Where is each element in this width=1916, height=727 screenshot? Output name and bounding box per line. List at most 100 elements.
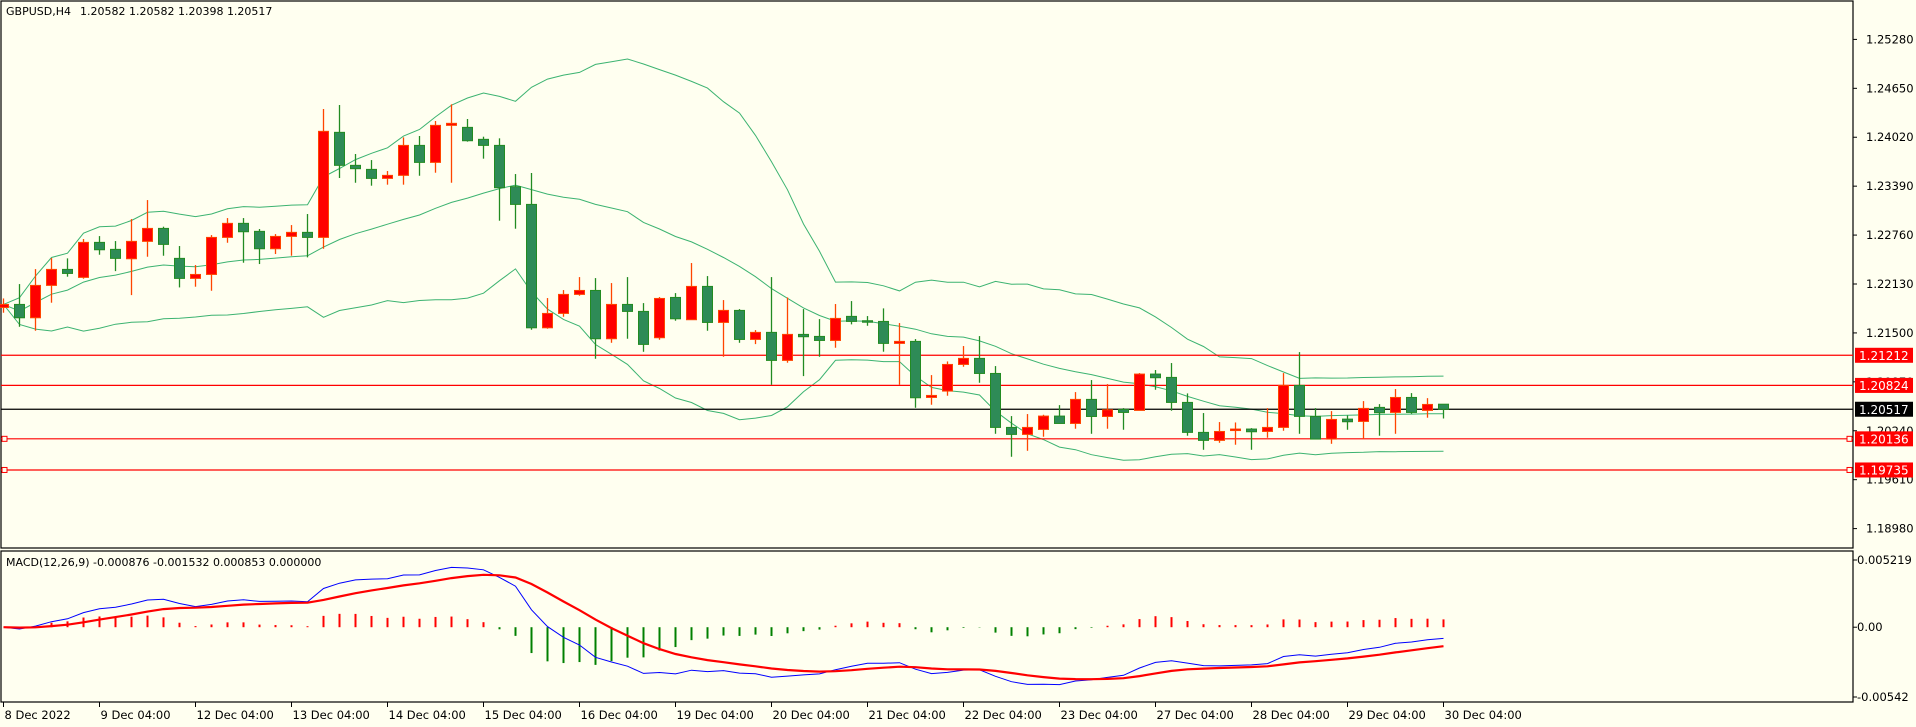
candle-body xyxy=(46,268,57,286)
candle xyxy=(734,309,745,343)
candle-body xyxy=(1230,428,1241,432)
chart-window[interactable]: 1.25280 1.24650 1.24020 1.23390 1.22760 1.221… xyxy=(0,0,1916,727)
candle-body xyxy=(350,164,361,170)
candle xyxy=(1134,373,1145,411)
candle-body xyxy=(686,285,697,321)
line-handle-left[interactable] xyxy=(1,466,8,473)
candle-body xyxy=(638,310,649,345)
time-tick-label: 29 Dec 04:00 xyxy=(1349,708,1426,722)
candle-body xyxy=(958,357,969,365)
candle-body xyxy=(462,126,473,142)
candle-body xyxy=(894,340,905,344)
candle-body xyxy=(14,303,25,319)
candle-body xyxy=(1022,426,1033,435)
candle-body xyxy=(302,231,313,238)
candle-body xyxy=(254,230,265,250)
candle-body xyxy=(1198,431,1209,441)
candle xyxy=(990,366,1001,434)
candle-body xyxy=(158,227,169,245)
price-tag-label: 1.20824 xyxy=(1859,379,1909,393)
candle-body xyxy=(798,333,809,338)
candle-body xyxy=(1150,373,1161,379)
candle-body xyxy=(862,320,873,323)
candle-body xyxy=(622,303,633,312)
candle-body xyxy=(1374,406,1385,414)
time-tick-label: 21 Dec 04:00 xyxy=(869,708,946,722)
line-handle-right[interactable] xyxy=(1846,435,1853,442)
candle-body xyxy=(830,317,841,341)
candle-body xyxy=(222,222,233,238)
candle-body xyxy=(1054,415,1065,424)
time-tick-label: 8 Dec 2022 xyxy=(5,708,71,722)
macd-label: MACD(12,26,9) -0.000876 -0.001532 0.0008… xyxy=(6,556,321,569)
candle-body xyxy=(190,273,201,279)
candle-body xyxy=(1262,426,1273,432)
candle-body xyxy=(318,130,329,238)
line-handle-left[interactable] xyxy=(1,435,8,442)
candle-body xyxy=(1326,418,1337,440)
candle-body xyxy=(974,357,985,374)
candle-body xyxy=(1086,398,1097,417)
candle-body xyxy=(526,203,537,329)
candle-body xyxy=(1310,415,1321,440)
candle-body xyxy=(1422,403,1433,411)
candle-body xyxy=(878,320,889,344)
candle-body xyxy=(782,333,793,361)
price-tick-label: 1.23390 xyxy=(1866,179,1914,193)
candle-body xyxy=(1166,376,1177,403)
line-handle-right[interactable] xyxy=(1846,466,1853,473)
candle xyxy=(910,339,921,408)
candle-body xyxy=(430,124,441,163)
candle-body xyxy=(62,268,73,274)
price-tick-label: 1.25280 xyxy=(1866,32,1914,46)
candle xyxy=(558,290,569,317)
candle-body xyxy=(446,122,457,126)
candle-body xyxy=(206,236,217,275)
price-tick-label: 1.21500 xyxy=(1866,326,1914,340)
candle-body xyxy=(926,394,937,398)
time-tick-label: 12 Dec 04:00 xyxy=(197,708,274,722)
candle-body xyxy=(542,312,553,329)
candle-body xyxy=(942,363,953,392)
candle-body xyxy=(142,227,153,242)
time-tick-label: 27 Dec 04:00 xyxy=(1157,708,1234,722)
candle xyxy=(78,239,89,279)
price-tag-label: 1.21212 xyxy=(1859,349,1909,363)
price-tick-label: 1.22760 xyxy=(1866,228,1914,242)
macd-tick-label: 0.005219 xyxy=(1857,553,1912,567)
candle-body xyxy=(558,293,569,314)
time-tick-label: 28 Dec 04:00 xyxy=(1253,708,1330,722)
candle-body xyxy=(78,241,89,278)
candle-body xyxy=(174,257,185,279)
symbol-timeframe: GBPUSD,H4 xyxy=(6,5,71,18)
candle-body xyxy=(478,138,489,146)
macd-tick-label: 0.00 xyxy=(1857,620,1883,634)
candle-body xyxy=(1278,384,1289,428)
price-tick-label: 1.18980 xyxy=(1866,522,1914,536)
candle-body xyxy=(718,309,729,323)
candle-body xyxy=(702,285,713,323)
candle-body xyxy=(590,289,601,340)
candle-body xyxy=(110,248,121,259)
ohlc-values: 1.20582 1.20582 1.20398 1.20517 xyxy=(80,5,272,18)
candle-body xyxy=(606,303,617,340)
candle-body xyxy=(1390,396,1401,413)
candle-body xyxy=(334,131,345,166)
candle-body xyxy=(1294,384,1305,417)
candle-body xyxy=(670,296,681,320)
candle-body xyxy=(750,331,761,340)
macd-tick-label: -0.00542 xyxy=(1857,690,1909,704)
candle-body xyxy=(1038,415,1049,430)
candle-body xyxy=(238,222,249,233)
price-tick-label: 1.22130 xyxy=(1866,277,1914,291)
candle-body xyxy=(494,144,505,189)
time-tick-label: 15 Dec 04:00 xyxy=(485,708,562,722)
candle xyxy=(670,293,681,321)
time-tick-label: 9 Dec 04:00 xyxy=(101,708,171,722)
candle-body xyxy=(398,144,409,176)
candle-body xyxy=(990,372,1001,428)
candle xyxy=(942,361,953,396)
candle-body xyxy=(286,231,297,237)
price-tick-label: 1.24650 xyxy=(1866,81,1914,95)
price-tag-label: 1.20517 xyxy=(1859,403,1909,417)
